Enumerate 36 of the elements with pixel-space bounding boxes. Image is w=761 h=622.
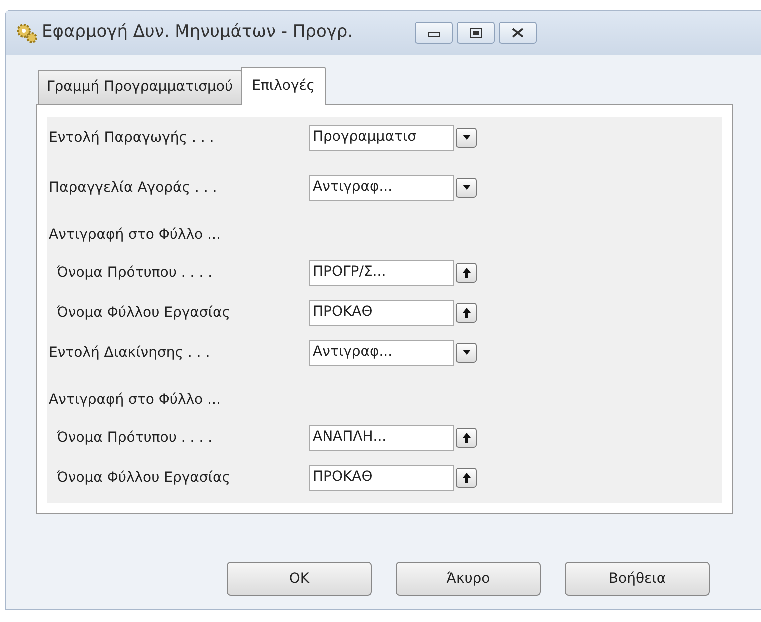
dropdown-button[interactable] <box>456 343 477 363</box>
window-title: Εφαρμογή Δυν. Μηνυμάτων - Προγρ. <box>42 21 354 44</box>
lookup-button[interactable] <box>456 263 477 283</box>
dropdown-button[interactable] <box>456 178 477 198</box>
dropdown-field[interactable]: Αντιγραφ... <box>309 175 454 201</box>
lookup-button[interactable] <box>456 303 477 323</box>
dropdown-button[interactable] <box>456 128 477 148</box>
dialog-button[interactable]: Βοήθεια <box>565 562 710 596</box>
dialog-button[interactable]: Άκυρο <box>396 562 541 596</box>
gears-icon <box>16 22 38 44</box>
close-icon <box>512 28 524 38</box>
section-label: Αντιγραφή στο Φύλλο ... <box>49 391 222 410</box>
lookup-field[interactable]: ΠΡΟΚΑΘ <box>309 465 454 491</box>
field-label: Εντολή Διακίνησης . . . <box>49 344 212 362</box>
section-label: Αντιγραφή στο Φύλλο ... <box>49 226 222 245</box>
field-label: Όνομα Πρότυπου . . . . <box>57 428 214 448</box>
minimize-button[interactable] <box>415 22 454 44</box>
field-label: Εντολή Παραγωγής . . . <box>49 128 216 148</box>
dropdown-field[interactable]: Προγραμματισ <box>309 125 454 151</box>
tab[interactable]: Γραμμή Προγραμματισμού <box>38 70 242 104</box>
dropdown-field[interactable]: Αντιγραφ... <box>309 340 454 366</box>
field-label: Όνομα Φύλλου Εργασίας <box>57 304 232 322</box>
close-button[interactable] <box>499 22 538 44</box>
lookup-button[interactable] <box>456 468 477 488</box>
maximize-button[interactable] <box>457 22 496 44</box>
lookup-button[interactable] <box>456 428 477 448</box>
lookup-field[interactable]: ΠΡΟΓΡ/Σ... <box>309 260 454 286</box>
field-label: Όνομα Πρότυπου . . . . <box>57 264 214 282</box>
tab[interactable]: Επιλογές <box>241 67 326 105</box>
maximize-icon <box>470 28 482 38</box>
lookup-field[interactable]: ΠΡΟΚΑΘ <box>309 300 454 326</box>
field-label: Παραγγελία Αγοράς . . . <box>49 178 218 198</box>
minimize-icon <box>428 29 440 37</box>
dialog-button[interactable]: OK <box>227 562 372 596</box>
lookup-field[interactable]: ΑΝΑΠΛΗ... <box>309 425 454 451</box>
field-label: Όνομα Φύλλου Εργασίας <box>57 468 232 488</box>
